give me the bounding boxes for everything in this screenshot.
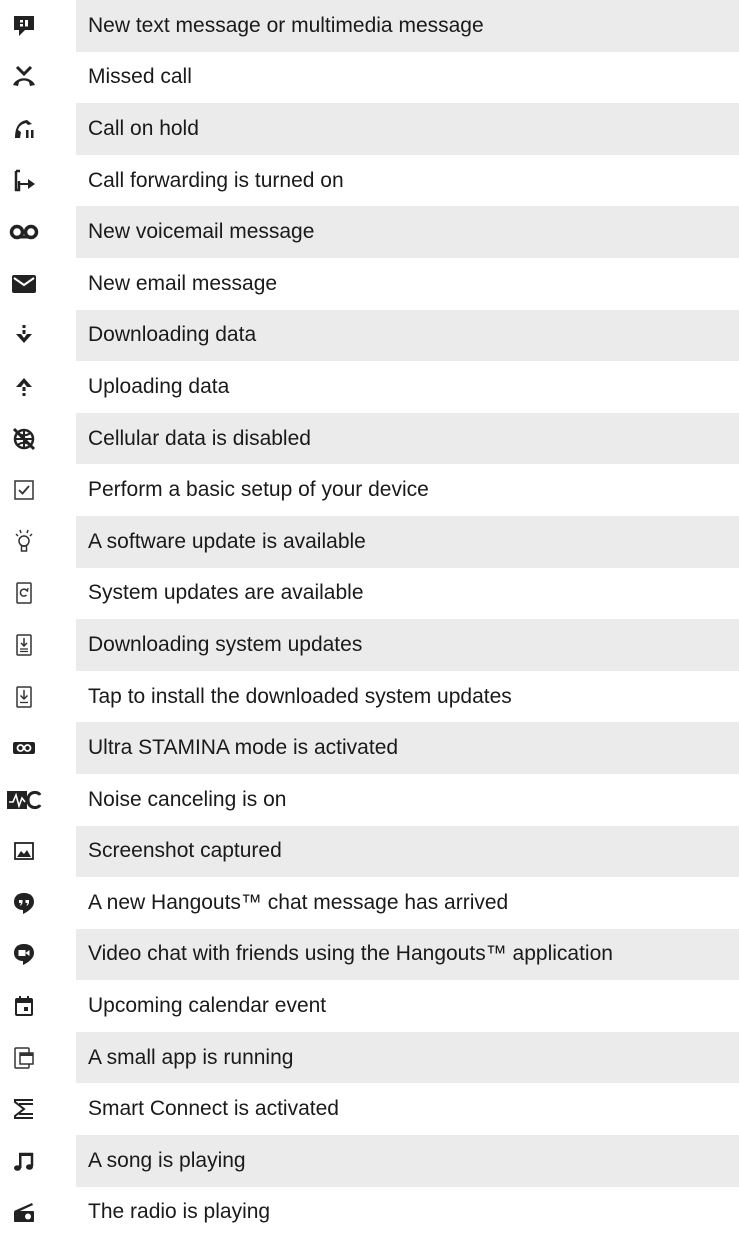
upload-icon: [4, 361, 44, 413]
list-item-label: Smart Connect is activated: [88, 1097, 339, 1121]
checkbox-icon: [4, 464, 44, 516]
list-item-label: Upcoming calendar event: [88, 994, 327, 1018]
table-row: New text message or multimedia message: [0, 0, 739, 52]
smart-connect-icon: [4, 1083, 44, 1135]
list-item-label: A new Hangouts™ chat message has arrived: [88, 890, 509, 914]
list-item-label: Tap to install the downloaded system upd…: [88, 684, 512, 708]
list-item-label: Downloading data: [76, 309, 739, 362]
hangouts-video-icon: [4, 929, 44, 981]
missed-call-icon: [4, 52, 44, 104]
list-item-label: Video chat with friends using the Hangou…: [76, 928, 739, 981]
table-row: Video chat with friends using the Hangou…: [0, 928, 739, 981]
table-row: A software update is available: [0, 515, 739, 568]
list-item-label: New text message or multimedia message: [76, 0, 739, 52]
download-icon: [4, 310, 44, 362]
table-row: Uploading data: [0, 361, 739, 413]
call-forwarding-icon: [4, 155, 44, 207]
list-item-label: Perform a basic setup of your device: [88, 478, 429, 502]
table-row: Noise canceling is on: [0, 774, 739, 826]
text-message-icon: [4, 0, 44, 52]
table-row: Call forwarding is turned on: [0, 155, 739, 207]
table-row: A song is playing: [0, 1135, 739, 1187]
list-item-label: Ultra STAMINA mode is activated: [76, 722, 739, 774]
table-row: System updates are available: [0, 568, 739, 620]
list-item-label: Call forwarding is turned on: [88, 168, 344, 192]
lightbulb-icon: [4, 516, 44, 568]
list-item-label: Cellular data is disabled: [76, 412, 739, 465]
list-item-label: Downloading system updates: [76, 619, 739, 671]
list-item-label: New voicemail message: [76, 206, 739, 258]
table-row: Cellular data is disabled: [0, 412, 739, 465]
small-app-icon: [4, 1032, 44, 1084]
music-note-icon: [4, 1135, 44, 1187]
table-row: Missed call: [0, 52, 739, 104]
list-item-label: Uploading data: [88, 374, 230, 398]
list-item-label: A software update is available: [76, 515, 739, 568]
calendar-icon: [4, 980, 44, 1032]
list-item-label: New email message: [88, 271, 278, 295]
ultra-stamina-icon: [4, 722, 44, 774]
install-update-icon: [4, 671, 44, 723]
table-row: A small app is running: [0, 1031, 739, 1084]
table-row: Upcoming calendar event: [0, 980, 739, 1032]
table-row: Screenshot captured: [0, 825, 739, 878]
system-update-icon: [4, 568, 44, 620]
call-on-hold-icon: [4, 103, 44, 155]
list-item-label: System updates are available: [88, 581, 364, 605]
noise-canceling-icon: [4, 774, 44, 826]
notification-icon-table: New text message or multimedia message M…: [0, 0, 739, 1238]
list-item-label: The radio is playing: [88, 1200, 271, 1224]
table-row: Downloading data: [0, 309, 739, 362]
list-item-label: Noise canceling is on: [88, 787, 287, 811]
table-row: Ultra STAMINA mode is activated: [0, 722, 739, 774]
table-row: Tap to install the downloaded system upd…: [0, 671, 739, 723]
table-row: Downloading system updates: [0, 619, 739, 671]
downloading-update-icon: [4, 619, 44, 671]
radio-icon: [4, 1187, 44, 1238]
cellular-data-disabled-icon: [4, 413, 44, 465]
list-item-label: A small app is running: [76, 1031, 739, 1084]
table-row: New voicemail message: [0, 206, 739, 258]
table-row: The radio is playing: [0, 1187, 739, 1238]
table-row: A new Hangouts™ chat message has arrived: [0, 877, 739, 929]
list-item-label: A song is playing: [76, 1135, 739, 1187]
voicemail-icon: [4, 206, 44, 258]
table-row: Smart Connect is activated: [0, 1083, 739, 1135]
screenshot-icon: [4, 826, 44, 878]
list-item-label: Call on hold: [76, 103, 739, 155]
table-row: Call on hold: [0, 103, 739, 155]
table-row: New email message: [0, 258, 739, 310]
email-icon: [4, 258, 44, 310]
hangouts-chat-icon: [4, 877, 44, 929]
list-item-label: Missed call: [88, 65, 192, 89]
table-row: Perform a basic setup of your device: [0, 464, 739, 516]
list-item-label: Screenshot captured: [76, 825, 739, 878]
